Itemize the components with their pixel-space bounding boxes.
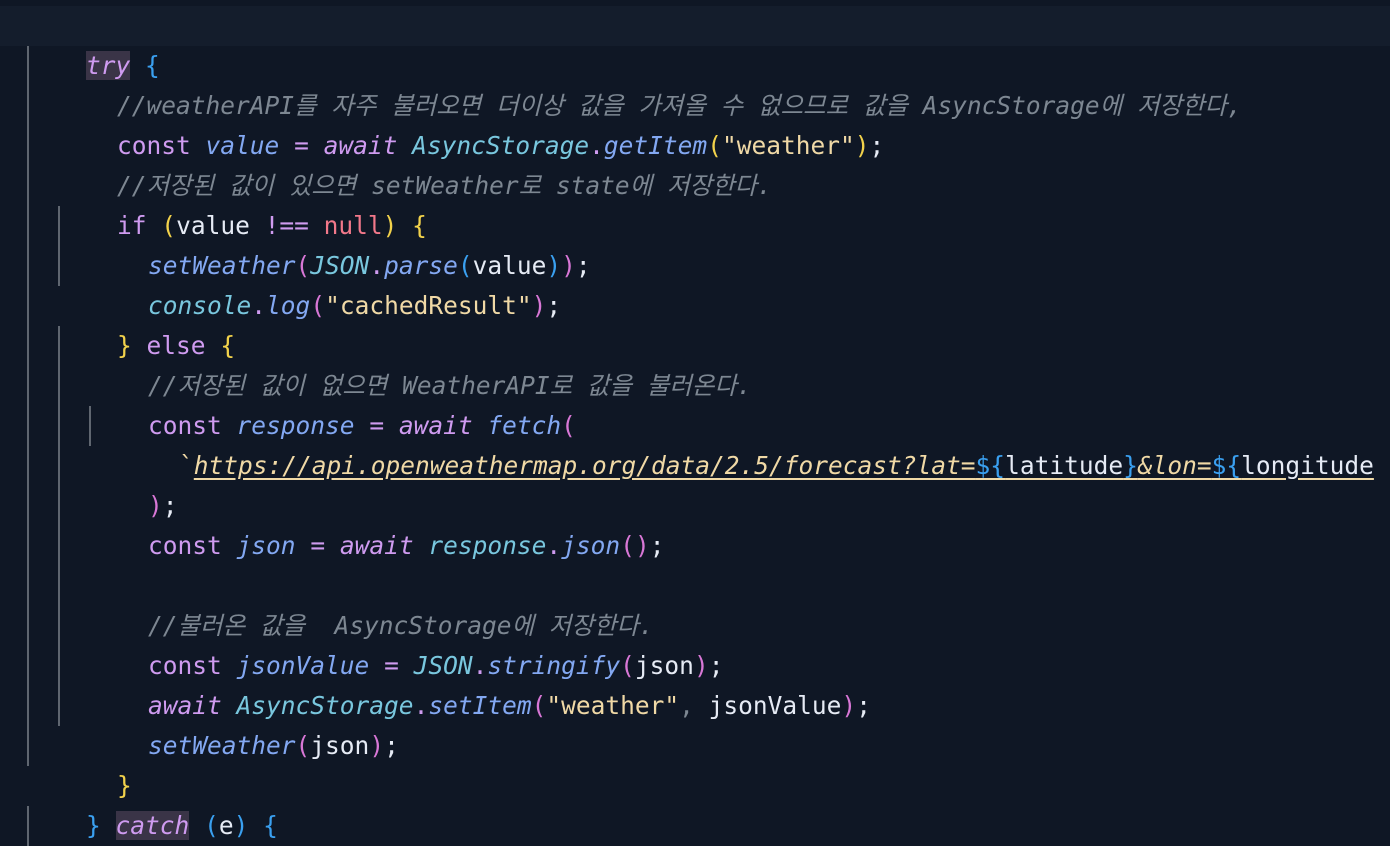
- method: json: [561, 531, 621, 560]
- code-line-10[interactable]: const response = await fetch(: [89, 366, 576, 440]
- code-line-9[interactable]: //저장된 값이 없으면 WeatherAPI로 값을 불러온다.: [89, 326, 752, 400]
- code-line-3[interactable]: const value = await AsyncStorage.getItem…: [58, 86, 884, 160]
- url-text: https://api.openweathermap.org/data/2.5/…: [193, 451, 976, 480]
- code-line-11[interactable]: `https://api.openweathermap.org/data/2.5…: [120, 406, 1374, 480]
- semicolon: ;: [649, 531, 665, 560]
- indent-guide-outer: [27, 46, 29, 766]
- code-line-2[interactable]: //weatherAPI를 자주 불러오면 더이상 값을 가져올 수 없으므로 …: [58, 46, 1242, 120]
- semicolon: ;: [869, 131, 885, 160]
- keyword-const: const: [148, 531, 222, 560]
- identifier: json: [310, 731, 370, 760]
- code-line-1[interactable]: try {: [27, 6, 160, 80]
- dot: .: [251, 291, 267, 320]
- dot: .: [546, 531, 562, 560]
- variable: json: [236, 531, 296, 560]
- code-line-12[interactable]: );: [89, 446, 178, 520]
- paren: (: [531, 691, 547, 720]
- string: "cachedResult": [325, 291, 532, 320]
- function-call: setWeather: [148, 731, 296, 760]
- code-line-19[interactable]: }: [58, 726, 132, 800]
- paren: (: [295, 731, 311, 760]
- template-variable: latitude: [1005, 451, 1124, 480]
- paren: ): [369, 731, 385, 760]
- template-open: ${: [975, 451, 1006, 480]
- paren: (: [310, 291, 326, 320]
- object: response: [428, 531, 547, 560]
- keyword-await: await: [339, 531, 414, 560]
- code-line-4[interactable]: //저장된 값이 있으면 setWeather로 state에 저장한다.: [58, 126, 772, 200]
- code-line-6[interactable]: setWeather(JSON.parse(value));: [89, 206, 591, 280]
- code-line-16[interactable]: const jsonValue = JSON.stringify(json);: [89, 606, 723, 680]
- code-line-15[interactable]: //불러온 값을 AsyncStorage에 저장한다.: [89, 566, 654, 640]
- semicolon: ;: [384, 731, 399, 760]
- parens: (): [620, 531, 650, 560]
- comma: ,: [679, 691, 694, 720]
- paren: ): [854, 131, 870, 160]
- dot: .: [413, 691, 429, 720]
- template-close: }: [1123, 451, 1138, 480]
- method: setItem: [428, 691, 532, 720]
- identifier: jsonValue: [708, 691, 842, 720]
- paren: ): [561, 251, 576, 280]
- code-line-21[interactable]: console.log(e);: [58, 806, 338, 846]
- template-variable: longitude: [1241, 451, 1374, 480]
- code-line-7[interactable]: console.log("cachedResult");: [89, 246, 561, 320]
- paren: ): [531, 291, 547, 320]
- string: "weather": [546, 691, 680, 720]
- operator: =: [310, 531, 326, 560]
- code-editor[interactable]: try { //weatherAPI를 자주 불러오면 더이상 값을 가져올 수…: [0, 0, 1390, 846]
- paren: ): [841, 691, 857, 720]
- code-line-18[interactable]: setWeather(json);: [89, 686, 399, 760]
- url-text: &lon=: [1137, 451, 1212, 480]
- template-open: ${: [1211, 451, 1242, 480]
- current-line-highlight: [0, 6, 1390, 46]
- code-line-8[interactable]: } else {: [58, 286, 235, 360]
- code-line-20[interactable]: } catch (e) {: [27, 766, 278, 840]
- template-backtick: `: [179, 451, 194, 480]
- semicolon: ;: [546, 291, 562, 320]
- method: log: [266, 291, 311, 320]
- code-line-17[interactable]: await AsyncStorage.setItem("weather", js…: [89, 646, 871, 720]
- semicolon: ;: [856, 691, 871, 720]
- code-line-5[interactable]: if (value !== null) {: [58, 166, 427, 240]
- code-line-13[interactable]: const json = await response.json();: [89, 486, 664, 560]
- semicolon: ;: [575, 251, 591, 280]
